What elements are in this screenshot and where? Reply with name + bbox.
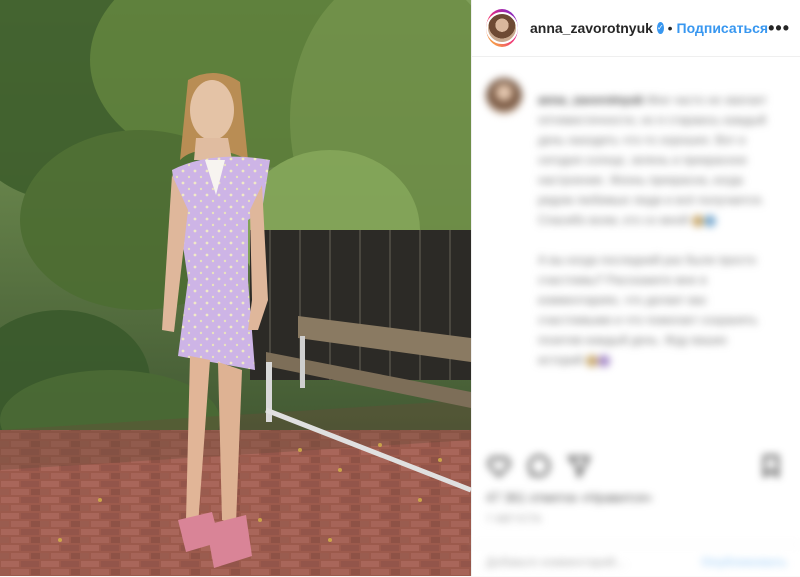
comment-icon[interactable] (526, 453, 552, 479)
caption-paragraph-1: Мне часто не хватает оптимистичности, но… (538, 93, 767, 227)
like-heart-icon[interactable] (486, 453, 512, 479)
post-photo[interactable] (0, 0, 471, 576)
post-comment-button[interactable]: Опубликовать (701, 555, 787, 569)
likes-count[interactable]: 47 361 отметок «Нравится» (486, 490, 652, 505)
caption-paragraph-2: А вы когда последний раз были просто сча… (538, 253, 758, 367)
caption-avatar[interactable] (486, 78, 522, 114)
emoji-icon (586, 354, 599, 367)
post-body-blurred: anna_zavorotnyuk Мне часто не хватает оп… (472, 58, 800, 576)
post-date: 7 АВГУСТА (486, 514, 542, 525)
caption-username[interactable]: anna_zavorotnyuk (538, 93, 643, 107)
username-link[interactable]: anna_zavorotnyuk (530, 20, 653, 36)
separator-dot: • (667, 20, 673, 36)
caption-text: anna_zavorotnyuk Мне часто не хватает оп… (538, 90, 773, 370)
post-header: anna_zavorotnyuk ✓ • Подписаться ••• (472, 0, 800, 57)
emoji-icon (691, 214, 704, 227)
post-sidebar: anna_zavorotnyuk ✓ • Подписаться ••• ann… (471, 0, 800, 576)
verified-badge-icon: ✓ (656, 22, 664, 34)
photo-scene (0, 0, 471, 576)
bookmark-icon[interactable] (758, 453, 784, 479)
avatar-image (486, 12, 518, 44)
profile-avatar[interactable] (486, 9, 518, 47)
emoji-icon (598, 354, 611, 367)
action-bar (486, 453, 786, 481)
follow-button[interactable]: Подписаться (677, 20, 769, 36)
comment-input[interactable]: Добавьте комментарий... (486, 555, 625, 569)
comment-bar: Добавьте комментарий... Опубликовать (472, 544, 800, 577)
emoji-icon (703, 214, 716, 227)
more-options-icon[interactable]: ••• (768, 18, 790, 39)
share-icon[interactable] (566, 453, 592, 479)
